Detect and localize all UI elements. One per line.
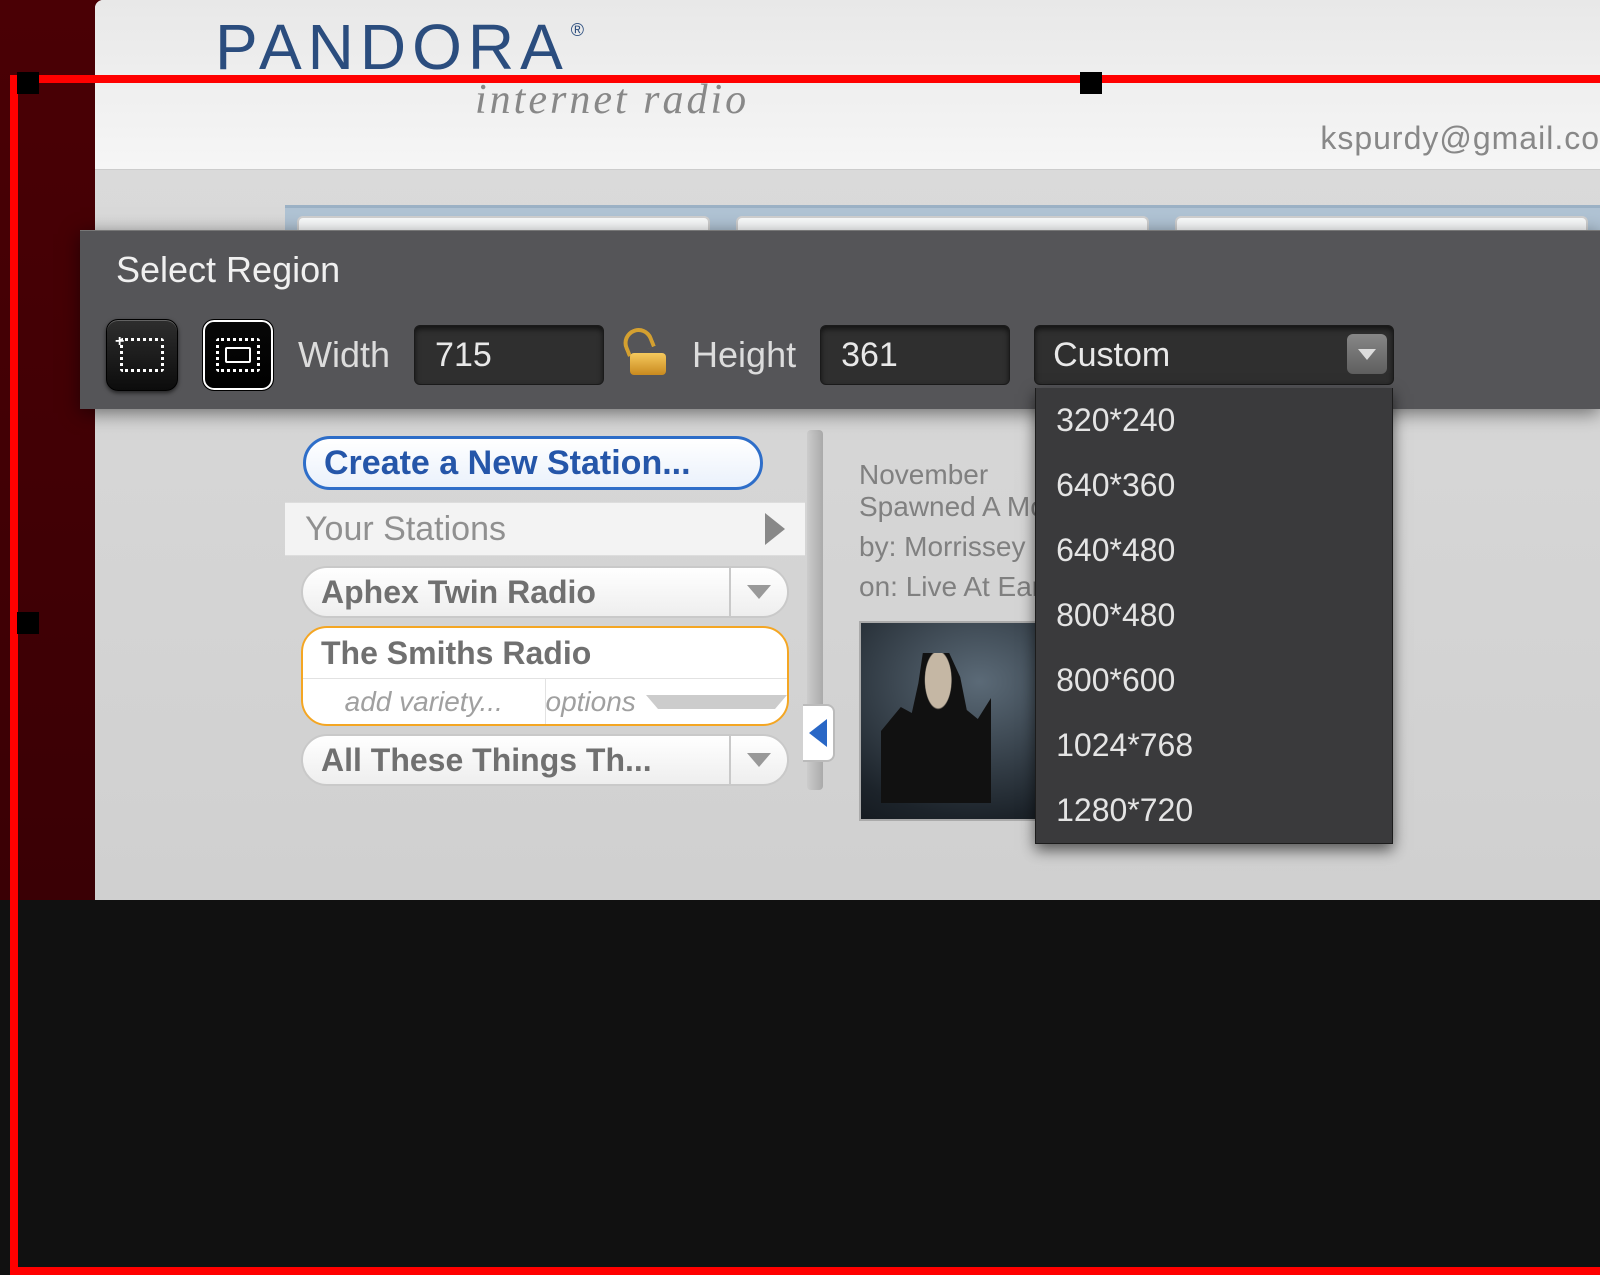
selection-handle[interactable] <box>1080 72 1102 94</box>
artist-name[interactable]: Morrissey <box>904 531 1025 562</box>
chevron-down-icon <box>747 753 771 767</box>
fullscreen-select-tool[interactable] <box>202 319 274 391</box>
preset-dropdown: 320*240 640*360 640*480 800*480 800*600 … <box>1035 388 1393 844</box>
create-station-button[interactable]: Create a New Station... <box>303 436 763 490</box>
station-item-active[interactable]: The Smiths Radio add variety... options <box>301 626 789 726</box>
collapse-sidebar-button[interactable] <box>803 704 835 762</box>
chevron-down-icon <box>646 695 787 709</box>
chevron-down-icon <box>747 585 771 599</box>
region-select-tool[interactable]: + <box>106 319 178 391</box>
preset-option[interactable]: 800*480 <box>1036 583 1392 648</box>
stations-sidebar: Create a New Station... Your Stations Ap… <box>285 430 805 786</box>
station-item[interactable]: All These Things Th... <box>301 734 789 786</box>
brand-wordmark: PANDORA® <box>215 10 1570 84</box>
dropdown-toggle[interactable] <box>1347 334 1387 374</box>
pandora-logo: PANDORA® internet radio <box>215 10 1570 124</box>
by-label: by: <box>859 531 896 562</box>
your-stations-label: Your Stations <box>305 510 506 549</box>
station-options-button[interactable]: options <box>546 679 788 724</box>
selection-handle[interactable] <box>17 72 39 94</box>
preset-selected-value: Custom <box>1053 336 1170 375</box>
on-label: on: <box>859 571 898 602</box>
selection-handle[interactable] <box>17 612 39 634</box>
brand-text: PANDORA <box>215 11 569 83</box>
preset-select[interactable]: Custom 320*240 640*360 640*480 800*480 8… <box>1034 325 1394 385</box>
station-label: All These Things Th... <box>303 742 729 779</box>
pandora-header: PANDORA® internet radio kspurdy@gmail.co <box>95 0 1600 170</box>
panel-title: Select Region <box>80 231 1600 309</box>
chevron-down-icon <box>1358 349 1376 360</box>
chevron-left-icon <box>809 719 827 747</box>
preset-option[interactable]: 1280*720 <box>1036 778 1392 843</box>
station-item[interactable]: Aphex Twin Radio <box>301 566 789 618</box>
marquee-icon: + <box>120 338 164 372</box>
width-input[interactable] <box>414 325 604 385</box>
registered-mark: ® <box>571 20 590 40</box>
user-email[interactable]: kspurdy@gmail.co <box>1320 120 1600 157</box>
station-menu-button[interactable] <box>729 568 787 616</box>
chevron-right-icon <box>765 513 785 545</box>
your-stations-header[interactable]: Your Stations <box>285 502 805 556</box>
station-label: The Smiths Radio <box>303 635 787 672</box>
height-label: Height <box>692 334 796 376</box>
station-menu-button[interactable] <box>729 736 787 784</box>
lock-icon[interactable] <box>628 335 668 375</box>
fullscreen-marquee-icon <box>216 338 260 372</box>
add-variety-button[interactable]: add variety... <box>303 679 546 724</box>
preset-option[interactable]: 640*360 <box>1036 453 1392 518</box>
preset-option[interactable]: 800*600 <box>1036 648 1392 713</box>
select-region-panel: Select Region + Width Height Custom 320*… <box>80 230 1600 409</box>
width-label: Width <box>298 334 390 376</box>
station-label: Aphex Twin Radio <box>303 574 729 611</box>
height-input[interactable] <box>820 325 1010 385</box>
preset-option[interactable]: 320*240 <box>1036 388 1392 453</box>
preset-option[interactable]: 1024*768 <box>1036 713 1392 778</box>
preset-option[interactable]: 640*480 <box>1036 518 1392 583</box>
